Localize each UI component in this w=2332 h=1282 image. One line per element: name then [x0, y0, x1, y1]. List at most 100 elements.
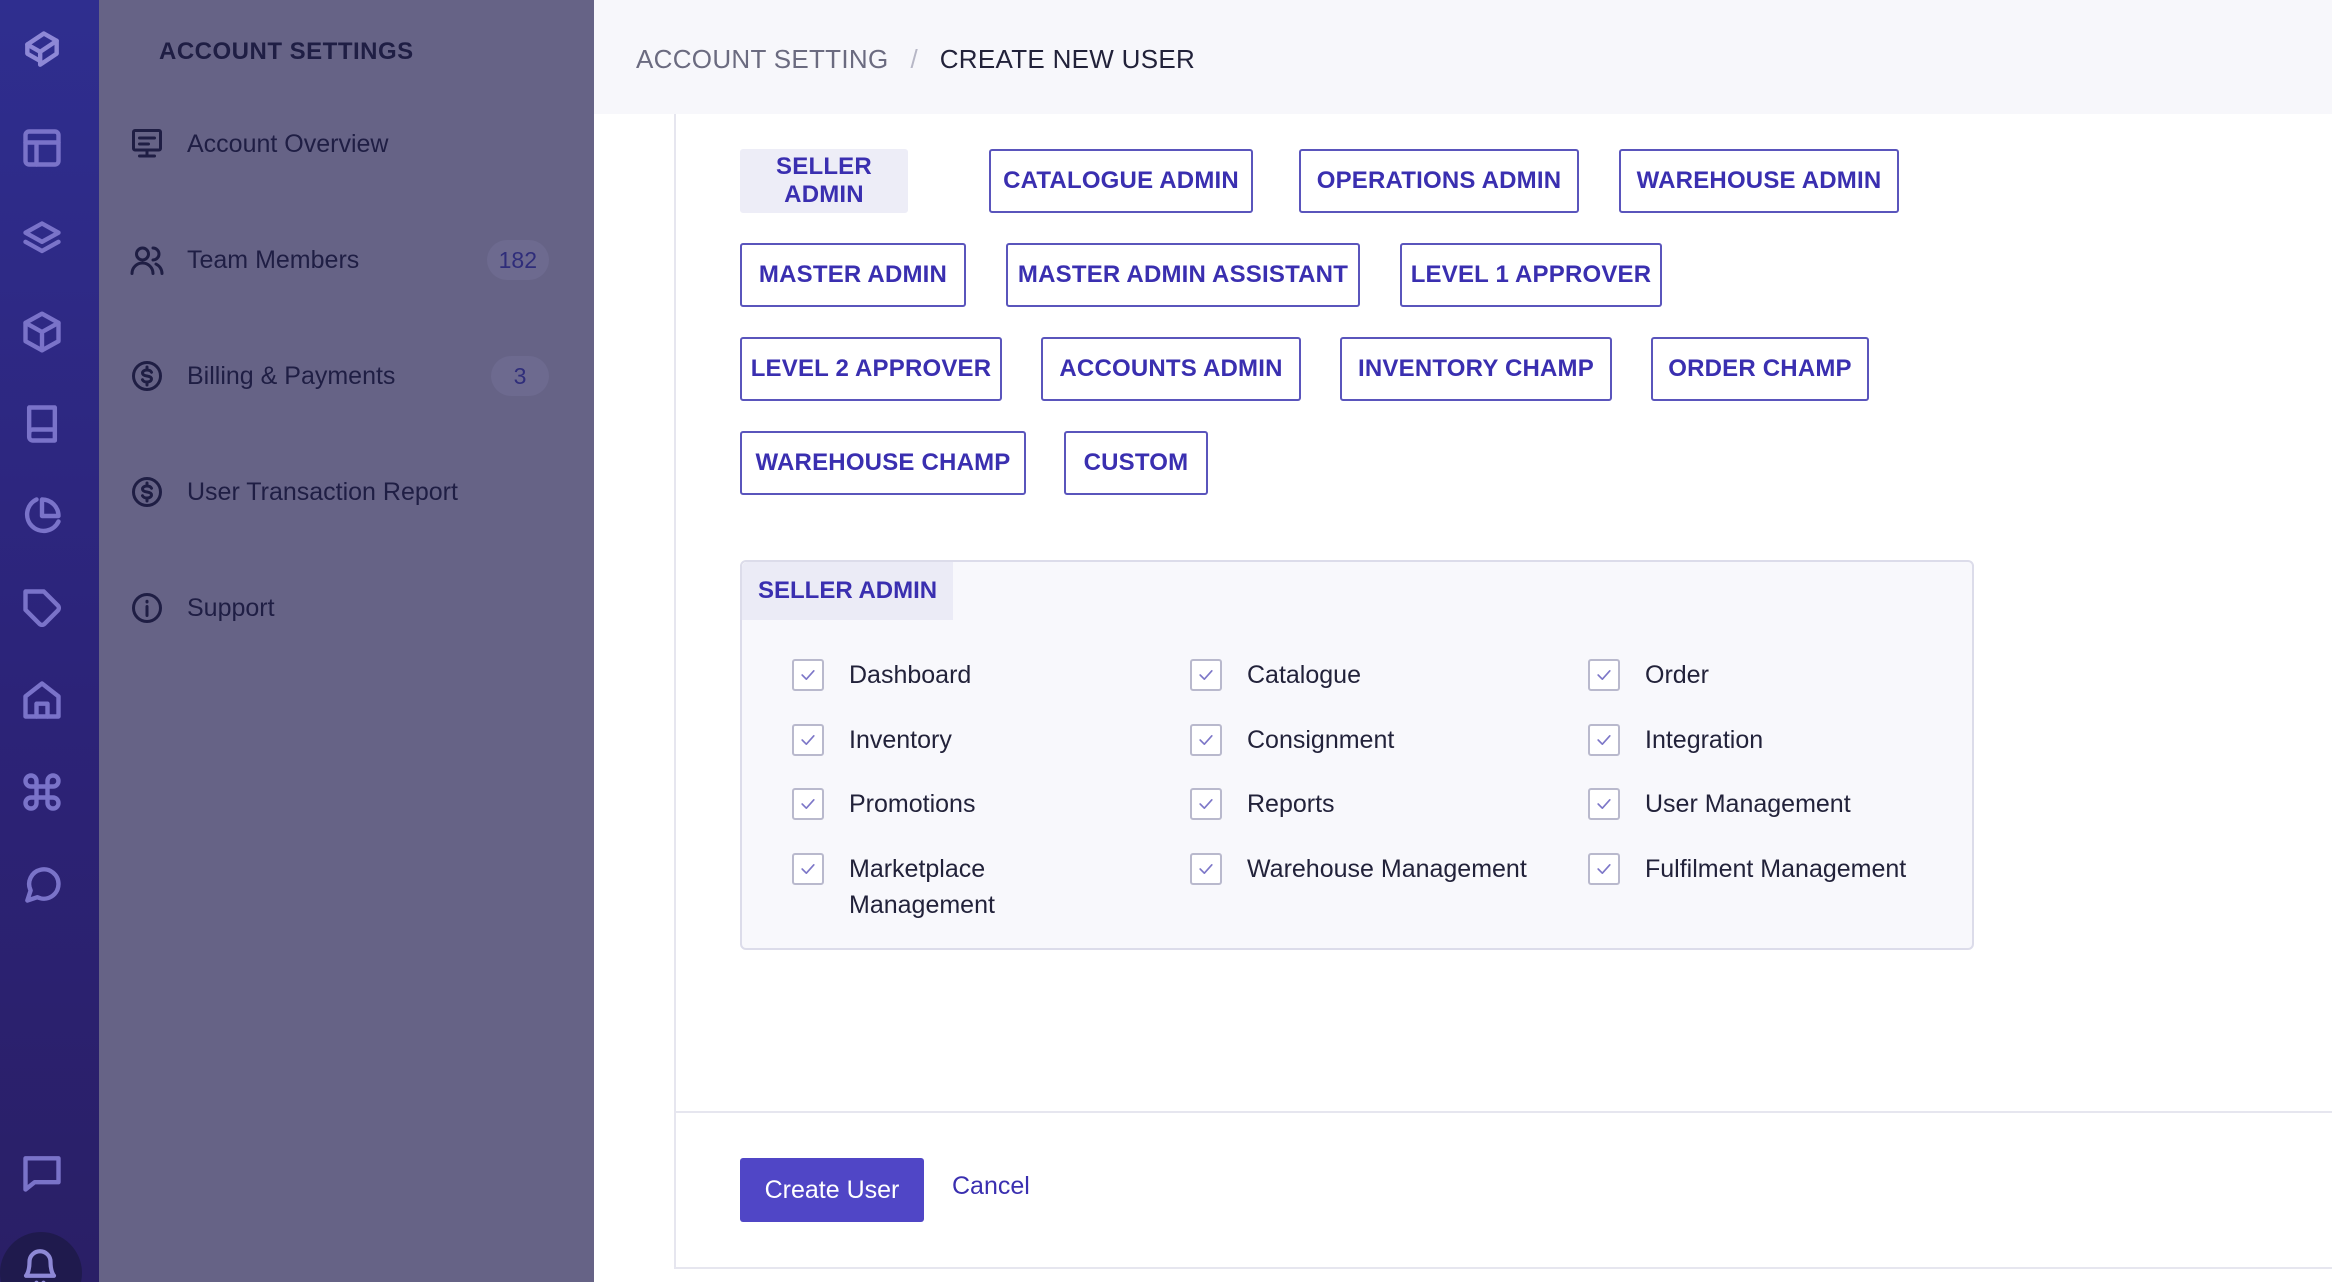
chat-bubble-icon[interactable] — [19, 861, 65, 907]
permission-label: Catalogue — [1247, 661, 1361, 689]
sidebar-title: ACCOUNT SETTINGS — [159, 38, 414, 65]
permission-label: Consignment — [1247, 726, 1395, 754]
checkbox[interactable] — [1588, 788, 1620, 820]
role-button-catalogue-admin[interactable]: CATALOGUE ADMIN — [989, 149, 1253, 213]
count-badge: 182 — [486, 240, 549, 280]
check-icon — [1199, 864, 1213, 874]
account-settings-sidebar: ACCOUNT SETTINGS Account Overview Team M… — [99, 0, 594, 1282]
permission-label: Reports — [1247, 790, 1335, 818]
sidebar-item-user-transaction-report[interactable]: User Transaction Report — [129, 464, 567, 520]
role-button-master-admin[interactable]: MASTER ADMIN — [740, 243, 966, 307]
check-icon — [1597, 670, 1611, 680]
command-icon[interactable] — [19, 769, 65, 815]
permission-dashboard[interactable]: Dashboard — [792, 659, 971, 693]
box-icon[interactable] — [19, 309, 65, 355]
check-icon — [801, 799, 815, 809]
permission-marketplace-management[interactable]: Marketplace Management — [792, 853, 1019, 923]
check-icon — [1597, 864, 1611, 874]
role-button-custom[interactable]: CUSTOM — [1064, 431, 1208, 495]
breadcrumb: ACCOUNT SETTING / CREATE NEW USER — [636, 44, 1195, 75]
checkbox[interactable] — [1588, 853, 1620, 885]
permission-catalogue[interactable]: Catalogue — [1190, 659, 1361, 693]
permission-warehouse-management[interactable]: Warehouse Management — [1190, 853, 1527, 887]
checkbox[interactable] — [1190, 659, 1222, 691]
home-icon[interactable] — [19, 677, 65, 723]
count-badge: 3 — [491, 356, 549, 396]
permission-promotions[interactable]: Promotions — [792, 788, 975, 822]
permission-user-management[interactable]: User Management — [1588, 788, 1851, 822]
check-icon — [801, 864, 815, 874]
layers-icon[interactable] — [19, 217, 65, 263]
checkbox[interactable] — [1588, 659, 1620, 691]
permission-inventory[interactable]: Inventory — [792, 724, 952, 758]
role-button-inventory-champ[interactable]: INVENTORY CHAMP — [1340, 337, 1612, 401]
check-icon — [1199, 735, 1213, 745]
dollar-circle-icon — [129, 358, 165, 394]
checkbox[interactable] — [1190, 788, 1222, 820]
permission-label: Marketplace Management — [849, 855, 995, 919]
role-button-master-admin-assistant[interactable]: MASTER ADMIN ASSISTANT — [1006, 243, 1360, 307]
footer-divider — [676, 1111, 2332, 1113]
checkbox[interactable] — [1588, 724, 1620, 756]
permission-label: Warehouse Management — [1247, 855, 1527, 883]
cancel-button[interactable]: Cancel — [952, 1172, 1030, 1201]
role-button-level-2-approver[interactable]: LEVEL 2 APPROVER — [740, 337, 1002, 401]
check-icon — [1597, 735, 1611, 745]
check-icon — [1199, 670, 1213, 680]
sidebar-item-billing-payments[interactable]: Billing & Payments 3 — [129, 348, 567, 404]
role-button-accounts-admin[interactable]: ACCOUNTS ADMIN — [1041, 337, 1301, 401]
main-content: ACCOUNT SETTING / CREATE NEW USER SELLER… — [594, 0, 2332, 1282]
icon-rail — [0, 0, 99, 1282]
notifications-button[interactable] — [0, 1232, 82, 1282]
permission-label: Integration — [1645, 726, 1764, 754]
breadcrumb-current: CREATE NEW USER — [939, 44, 1196, 74]
sidebar-item-label: Account Overview — [187, 129, 389, 158]
pie-chart-icon[interactable] — [19, 493, 65, 539]
layout-icon[interactable] — [19, 125, 65, 171]
role-button-operations-admin[interactable]: OPERATIONS ADMIN — [1299, 149, 1579, 213]
sidebar-item-label: User Transaction Report — [187, 477, 458, 506]
role-button-seller-admin[interactable]: SELLER ADMIN — [740, 149, 908, 213]
permissions-panel-tab: SELLER ADMIN — [742, 562, 954, 620]
checkbox[interactable] — [792, 724, 824, 756]
permission-reports[interactable]: Reports — [1190, 788, 1335, 822]
breadcrumb-parent[interactable]: ACCOUNT SETTING — [636, 44, 888, 75]
sidebar-item-team-members[interactable]: Team Members 182 — [129, 232, 567, 288]
book-icon[interactable] — [19, 401, 65, 447]
permission-order[interactable]: Order — [1588, 659, 1709, 693]
checkbox[interactable] — [1190, 853, 1222, 885]
sidebar-item-label: Support — [187, 593, 275, 622]
checkbox[interactable] — [792, 853, 824, 885]
checkbox[interactable] — [792, 659, 824, 691]
checkbox[interactable] — [1190, 724, 1222, 756]
tag-icon[interactable] — [19, 585, 65, 631]
checkbox[interactable] — [792, 788, 824, 820]
permission-label: Promotions — [849, 790, 976, 818]
role-button-order-champ[interactable]: ORDER CHAMP — [1651, 337, 1869, 401]
sidebar-item-label: Team Members — [187, 245, 360, 274]
role-button-warehouse-champ[interactable]: WAREHOUSE CHAMP — [740, 431, 1026, 495]
create-user-button[interactable]: Create User — [740, 1158, 924, 1222]
info-icon — [129, 590, 165, 626]
permission-label: Dashboard — [849, 661, 972, 689]
permission-label: Fulfilment Management — [1645, 855, 1907, 883]
check-icon — [1199, 799, 1213, 809]
permission-fulfilment-management[interactable]: Fulfilment Management — [1588, 853, 1906, 887]
dollar-circle-icon — [129, 474, 165, 510]
bell-icon — [23, 1249, 57, 1282]
breadcrumb-separator: / — [910, 44, 918, 74]
permission-consignment[interactable]: Consignment — [1190, 724, 1394, 758]
permission-label: Inventory — [849, 726, 952, 754]
message-square-icon[interactable] — [19, 1150, 65, 1196]
check-icon — [801, 670, 815, 680]
permissions-panel: SELLER ADMIN Dashboard Catalogue Order I… — [740, 560, 1974, 950]
sidebar-item-account-overview[interactable]: Account Overview — [129, 116, 567, 172]
logo-icon[interactable] — [19, 27, 65, 73]
sidebar-item-support[interactable]: Support — [129, 580, 567, 636]
role-button-level-1-approver[interactable]: LEVEL 1 APPROVER — [1400, 243, 1662, 307]
users-icon — [129, 242, 165, 278]
monitor-icon — [129, 126, 165, 162]
role-button-warehouse-admin[interactable]: WAREHOUSE ADMIN — [1619, 149, 1899, 213]
permission-integration[interactable]: Integration — [1588, 724, 1763, 758]
check-icon — [801, 735, 815, 745]
